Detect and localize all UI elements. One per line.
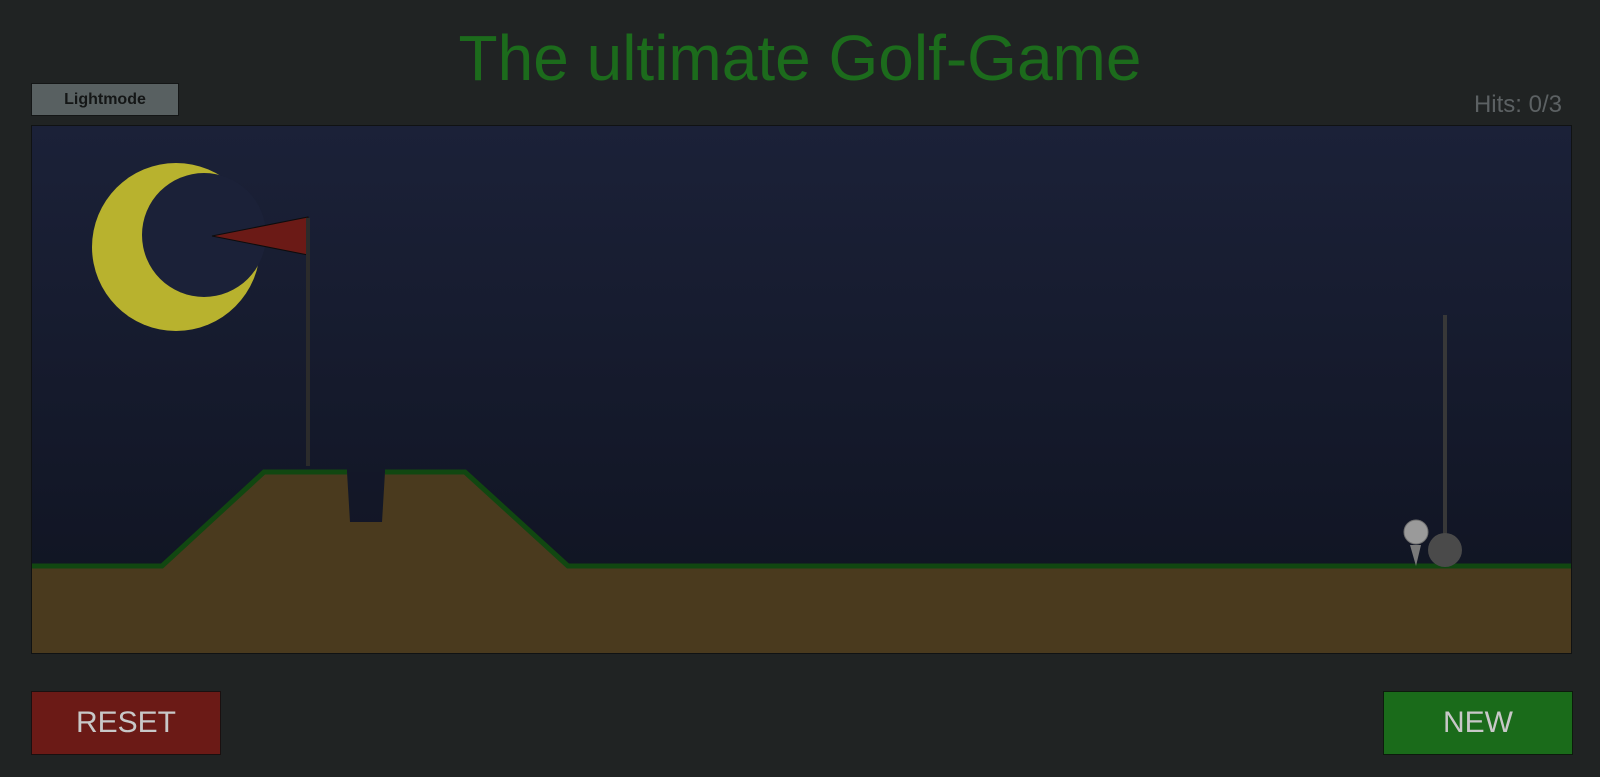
hits-counter: Hits: 0/3 xyxy=(1473,91,1562,118)
golf-ball[interactable] xyxy=(1403,519,1429,545)
reset-button[interactable]: RESET xyxy=(31,691,221,755)
game-title: The ultimate Golf-Game xyxy=(458,22,1142,94)
golf-hole xyxy=(350,472,382,522)
game-scene xyxy=(32,126,1571,653)
new-game-button[interactable]: NEW xyxy=(1383,691,1573,755)
game-canvas[interactable] xyxy=(31,125,1572,654)
lightmode-toggle-button[interactable]: Lightmode xyxy=(31,83,179,116)
